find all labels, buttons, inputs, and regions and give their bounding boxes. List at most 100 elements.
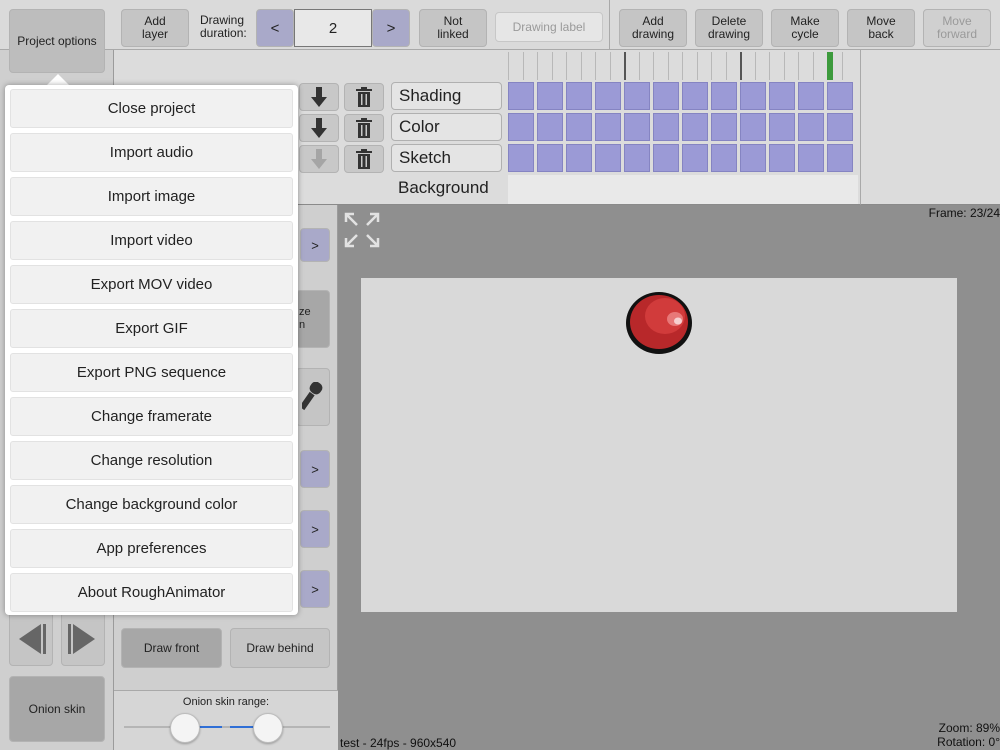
frame-cell[interactable] xyxy=(566,113,592,141)
onion-skin-button[interactable]: Onion skin xyxy=(9,676,105,742)
onion-range-end-handle[interactable] xyxy=(253,713,283,743)
frame-ruler[interactable] xyxy=(508,52,858,80)
duration-value-field[interactable]: 2 xyxy=(294,9,372,47)
frame-cell[interactable] xyxy=(508,144,534,172)
previous-frame-button[interactable] xyxy=(9,612,53,666)
menu-item-import-image[interactable]: Import image xyxy=(10,177,293,216)
menu-item-close-project[interactable]: Close project xyxy=(10,89,293,128)
frame-cell[interactable] xyxy=(508,113,534,141)
frame-cell[interactable] xyxy=(566,144,592,172)
frame-tick xyxy=(696,52,712,80)
tool-next-button[interactable]: > xyxy=(300,228,330,262)
layer-name-background[interactable]: Background xyxy=(391,175,502,203)
layer-frames-color[interactable] xyxy=(508,113,858,141)
frame-cell[interactable] xyxy=(740,82,766,110)
delete-layer-button[interactable] xyxy=(344,83,384,111)
frame-tick xyxy=(725,52,741,80)
layer-name-shading[interactable]: Shading xyxy=(391,82,502,110)
delete-layer-button[interactable] xyxy=(344,145,384,173)
project-options-button[interactable]: Project options xyxy=(9,9,105,73)
duration-decrease-button[interactable]: < xyxy=(256,9,294,47)
eyedropper-button[interactable] xyxy=(296,368,330,426)
draw-behind-button[interactable]: Draw behind xyxy=(230,628,330,668)
add-drawing-button[interactable]: Add drawing xyxy=(619,9,687,47)
frame-cell[interactable] xyxy=(595,82,621,110)
menu-item-export-png-sequence[interactable]: Export PNG sequence xyxy=(10,353,293,392)
frame-cell[interactable] xyxy=(827,144,853,172)
menu-item-import-video[interactable]: Import video xyxy=(10,221,293,260)
frame-cell[interactable] xyxy=(798,144,824,172)
layer-name-sketch[interactable]: Sketch xyxy=(391,144,502,172)
frame-tick xyxy=(841,52,857,80)
frame-cell[interactable] xyxy=(711,113,737,141)
menu-item-change-resolution[interactable]: Change resolution xyxy=(10,441,293,480)
option-next-button[interactable]: > xyxy=(300,570,330,608)
menu-item-export-mov[interactable]: Export MOV video xyxy=(10,265,293,304)
frame-cell[interactable] xyxy=(827,82,853,110)
frame-cell[interactable] xyxy=(740,144,766,172)
frame-cell[interactable] xyxy=(769,82,795,110)
layer-frames-sketch[interactable] xyxy=(508,144,858,172)
option-next-button[interactable]: > xyxy=(300,510,330,548)
frame-cell[interactable] xyxy=(537,113,563,141)
frame-cell[interactable] xyxy=(508,82,534,110)
menu-item-app-preferences[interactable]: App preferences xyxy=(10,529,293,568)
frame-cell[interactable] xyxy=(798,82,824,110)
delete-drawing-button[interactable]: Delete drawing xyxy=(695,9,763,47)
frame-cell[interactable] xyxy=(653,113,679,141)
duration-decrease-label: < xyxy=(270,19,280,37)
frame-tick-major xyxy=(740,52,755,80)
chevron-right-icon: > xyxy=(311,461,319,477)
menu-item-about[interactable]: About RoughAnimator xyxy=(10,573,293,612)
frame-cell[interactable] xyxy=(653,82,679,110)
frame-cell[interactable] xyxy=(682,113,708,141)
frame-cell[interactable] xyxy=(595,144,621,172)
chevron-right-icon: > xyxy=(311,521,319,537)
fullscreen-button[interactable] xyxy=(344,212,380,248)
frame-cell[interactable] xyxy=(682,144,708,172)
menu-item-change-background-color[interactable]: Change background color xyxy=(10,485,293,524)
draw-front-button[interactable]: Draw front xyxy=(121,628,222,668)
make-cycle-button[interactable]: Make cycle xyxy=(771,9,839,47)
layer-name-color[interactable]: Color xyxy=(391,113,502,141)
menu-item-export-gif[interactable]: Export GIF xyxy=(10,309,293,348)
layer-frames-shading[interactable] xyxy=(508,82,858,110)
previous-frame-icon xyxy=(19,624,46,654)
not-linked-button[interactable]: Not linked xyxy=(419,9,487,47)
menu-item-change-framerate[interactable]: Change framerate xyxy=(10,397,293,436)
frame-cell[interactable] xyxy=(537,144,563,172)
frame-cell[interactable] xyxy=(595,113,621,141)
onion-range-track[interactable] xyxy=(124,726,330,728)
frame-cell[interactable] xyxy=(740,113,766,141)
onion-range-start-handle[interactable] xyxy=(170,713,200,743)
frame-cell[interactable] xyxy=(566,82,592,110)
frame-cell[interactable] xyxy=(682,82,708,110)
frame-cell[interactable] xyxy=(653,144,679,172)
move-layer-down-button[interactable] xyxy=(299,114,339,142)
frame-cell[interactable] xyxy=(624,82,650,110)
frame-cell[interactable] xyxy=(711,82,737,110)
delete-layer-button[interactable] xyxy=(344,114,384,142)
next-frame-button[interactable] xyxy=(61,612,105,666)
option-next-button[interactable]: > xyxy=(300,450,330,488)
frame-cell[interactable] xyxy=(537,82,563,110)
frame-cell[interactable] xyxy=(624,144,650,172)
frame-cell[interactable] xyxy=(624,113,650,141)
frame-cell[interactable] xyxy=(769,113,795,141)
not-linked-label: Not linked xyxy=(437,14,469,41)
menu-item-import-audio[interactable]: Import audio xyxy=(10,133,293,172)
move-back-button[interactable]: Move back xyxy=(847,9,915,47)
move-forward-button[interactable]: Move forward xyxy=(923,9,991,47)
frame-cell[interactable] xyxy=(769,144,795,172)
drawing-label-input[interactable]: Drawing label xyxy=(495,12,603,42)
tool-size-button[interactable]: ze n xyxy=(296,290,330,348)
frame-tick xyxy=(537,52,552,80)
frame-cell[interactable] xyxy=(798,113,824,141)
frame-cell[interactable] xyxy=(827,113,853,141)
frame-cell[interactable] xyxy=(711,144,737,172)
duration-increase-button[interactable]: > xyxy=(372,9,410,47)
add-layer-button[interactable]: Add layer xyxy=(121,9,189,47)
move-layer-down-button[interactable] xyxy=(299,83,339,111)
playhead[interactable] xyxy=(827,52,842,80)
move-layer-down-button-disabled[interactable] xyxy=(299,145,339,173)
